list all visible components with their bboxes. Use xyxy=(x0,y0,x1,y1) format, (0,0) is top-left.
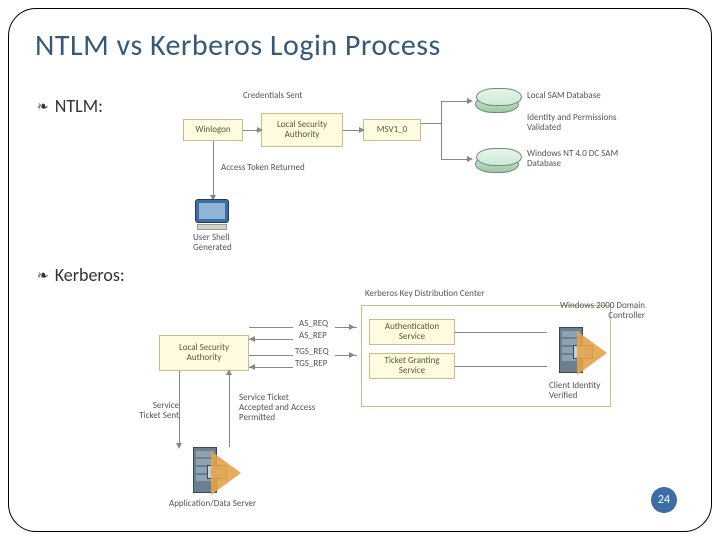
database-icon xyxy=(475,95,519,113)
connector xyxy=(335,327,357,328)
kerb-asreq-label: AS_REQ xyxy=(299,319,328,329)
kerb-asrep-label: AS_REP xyxy=(299,331,327,341)
kerb-dc-label: Windows 2000 Domain Controller xyxy=(549,301,645,321)
slide-frame: NTLM vs Kerberos Login Process ❧ NTLM: ❧… xyxy=(8,8,712,532)
kerb-service-ticket-label: Service Ticket Sent xyxy=(135,401,179,421)
connector xyxy=(249,355,293,356)
ntlm-token-label: Access Token Returned xyxy=(221,163,305,173)
connector xyxy=(455,366,547,367)
connector xyxy=(421,123,441,124)
computer-icon xyxy=(195,199,229,230)
kerb-auth-service-box: Authentication Service xyxy=(369,319,455,345)
server-icon xyxy=(551,327,591,373)
arrow-up-icon xyxy=(226,369,232,375)
arrow-right-icon xyxy=(257,127,263,133)
bullet-ntlm-label: NTLM: xyxy=(55,95,103,117)
ntlm-identity-label: Identity and Permissions Validated xyxy=(527,113,617,133)
kerb-lsa-box: Local Security Authority xyxy=(159,335,249,371)
kerb-tgsrep-label: TGS_REP xyxy=(295,359,327,369)
connector xyxy=(249,339,293,340)
kerb-tgs-box: Ticket Granting Service xyxy=(369,353,455,379)
ntlm-lsa-box: Local Security Authority xyxy=(261,113,343,147)
ntlm-nt4dc-label: Windows NT 4.0 DC SAM Database xyxy=(527,149,627,169)
ntlm-winlogon-box: Winlogon xyxy=(183,119,243,141)
arrow-down-icon xyxy=(176,443,182,449)
page-title: NTLM vs Kerberos Login Process xyxy=(35,27,441,64)
arrow-right-icon xyxy=(467,156,473,162)
ntlm-shell-label: User Shell Generated xyxy=(193,233,243,253)
page-number-badge: 24 xyxy=(651,487,677,513)
server-icon xyxy=(185,447,225,493)
connector xyxy=(335,355,357,356)
arrow-right-icon xyxy=(467,98,473,104)
kdc-title-label: Kerberos Key Distribution Center xyxy=(365,289,484,299)
connector xyxy=(213,141,214,199)
ntlm-credentials-label: Credentials Sent xyxy=(243,91,302,101)
arrow-left-icon xyxy=(249,336,255,342)
connector xyxy=(229,371,230,447)
connector xyxy=(441,101,442,159)
bullet-kerberos-label: Kerberos: xyxy=(55,264,125,286)
bullet-ntlm: ❧ NTLM: xyxy=(37,95,103,117)
ntlm-msv-box: MSV1_0 xyxy=(363,119,421,141)
kerb-appserver-label: Application/Data Server xyxy=(169,499,256,509)
kerb-identity-label: Client Identity Verified xyxy=(549,381,619,401)
database-icon xyxy=(475,155,519,173)
connector xyxy=(249,367,293,368)
arrow-right-icon xyxy=(359,127,365,133)
connector xyxy=(179,371,180,447)
arrow-left-icon xyxy=(249,364,255,370)
ntlm-local-sam-label: Local SAM Database xyxy=(527,91,601,101)
connector xyxy=(455,332,547,333)
bullet-icon: ❧ xyxy=(37,98,49,115)
kerb-tgsreq-label: TGS_REQ xyxy=(295,347,329,357)
bullet-kerberos: ❧ Kerberos: xyxy=(37,264,125,286)
connector xyxy=(249,327,293,328)
bullet-icon: ❧ xyxy=(37,267,49,284)
kerb-accepted-label: Service Ticket Accepted and Access Permi… xyxy=(239,393,321,423)
